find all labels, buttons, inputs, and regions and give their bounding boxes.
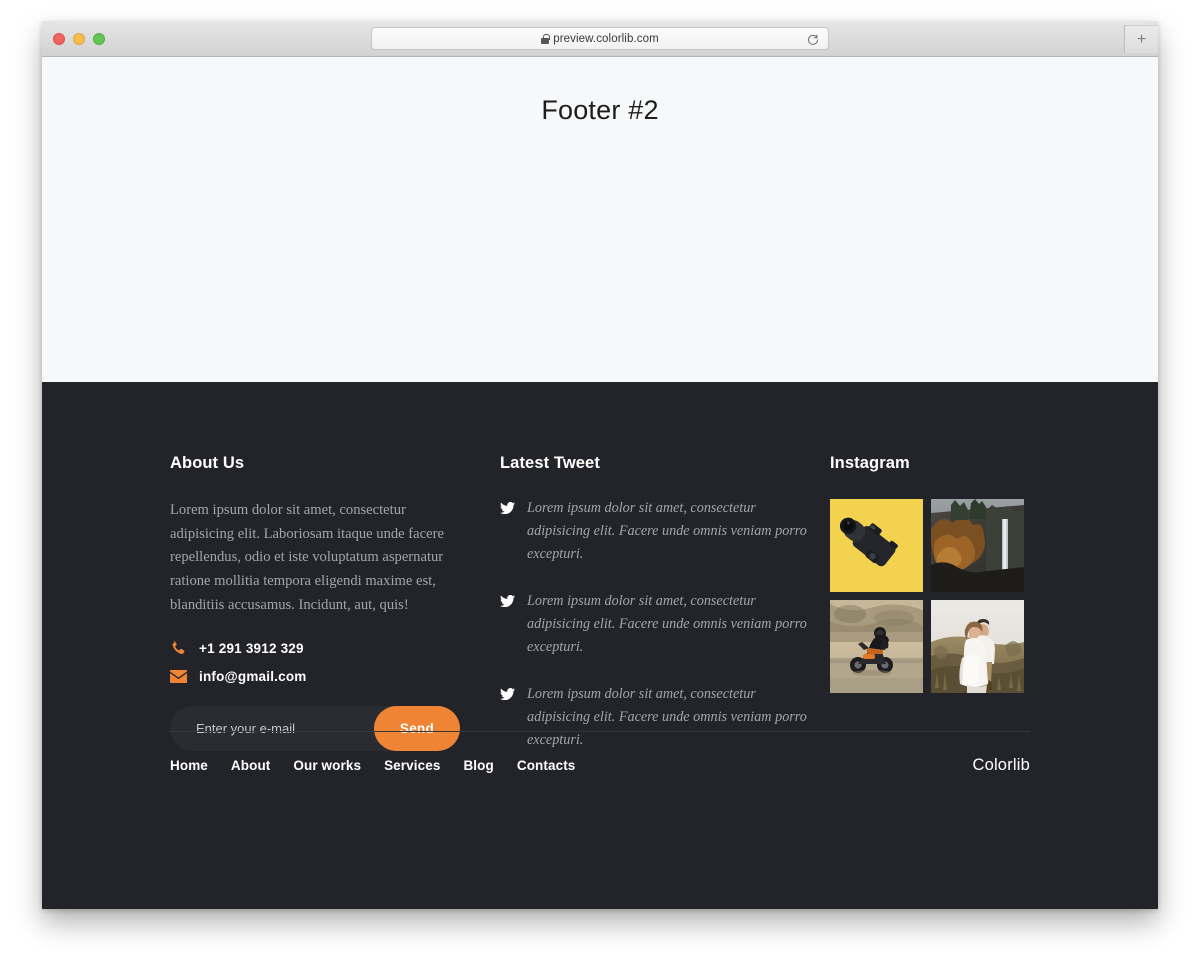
window-traffic-lights (53, 32, 105, 45)
tweet-text: Lorem ipsum dolor sit amet, consectetur … (527, 500, 807, 562)
address-bar[interactable]: preview.colorlib.com (371, 27, 829, 50)
footer-column-tweets: Latest Tweet Lorem ipsum dolor sit amet,… (500, 454, 830, 776)
contact-email[interactable]: info@gmail.com (170, 668, 466, 684)
browser-window: preview.colorlib.com + Footer #2 About U… (42, 21, 1158, 909)
new-tab-button[interactable]: + (1124, 25, 1158, 53)
footer-nav-item-home[interactable]: Home (170, 758, 208, 773)
phone-number: +1 291 3912 329 (199, 640, 304, 656)
page-title: Footer #2 (541, 95, 659, 125)
browser-titlebar: preview.colorlib.com + (42, 21, 1158, 57)
instagram-photo-couple-in-white-on-golden-field[interactable] (931, 600, 1024, 693)
footer-nav: Home About Our works Services Blog Conta… (170, 758, 575, 773)
minimize-window-button[interactable] (73, 32, 85, 45)
email-address: info@gmail.com (199, 668, 307, 684)
twitter-bird-icon (500, 687, 515, 752)
tweet-text: Lorem ipsum dolor sit amet, consectetur … (527, 593, 807, 655)
instagram-photo-waterfall-in-autumn-forest[interactable] (931, 499, 1024, 592)
instagram-photo-camera-on-yellow-background[interactable] (830, 499, 923, 592)
contact-list: +1 291 3912 329 info@gmail.com (170, 640, 466, 684)
footer-column-instagram: Instagram (830, 454, 1030, 776)
new-tab-label: + (1136, 30, 1147, 48)
footer-nav-item-blog[interactable]: Blog (463, 758, 493, 773)
instagram-photo-motorcycle-riding-on-road[interactable] (830, 600, 923, 693)
tweet-item[interactable]: Lorem ipsum dolor sit amet, consectetur … (500, 590, 810, 659)
footer-inner: About Us Lorem ipsum dolor sit amet, con… (170, 382, 1030, 776)
footer-divider (170, 731, 1030, 732)
page-viewport: Footer #2 About Us Lorem ipsum dolor sit… (42, 57, 1158, 909)
tweet-list: Lorem ipsum dolor sit amet, consectetur … (500, 497, 810, 752)
close-window-button[interactable] (53, 32, 65, 45)
about-text: Lorem ipsum dolor sit amet, consectetur … (170, 502, 444, 613)
instagram-title: Instagram (830, 454, 910, 472)
twitter-bird-icon (500, 501, 515, 566)
lock-icon (541, 33, 550, 44)
footer-column-about: About Us Lorem ipsum dolor sit amet, con… (170, 454, 500, 776)
tweets-title: Latest Tweet (500, 454, 600, 472)
envelope-icon (170, 668, 187, 684)
tweet-item[interactable]: Lorem ipsum dolor sit amet, consectetur … (500, 497, 810, 566)
twitter-bird-icon (500, 594, 515, 659)
site-footer: About Us Lorem ipsum dolor sit amet, con… (42, 382, 1158, 909)
url-text: preview.colorlib.com (553, 32, 659, 45)
zoom-window-button[interactable] (93, 32, 105, 45)
address-bar-content: preview.colorlib.com (541, 33, 659, 45)
send-button[interactable]: Send (374, 706, 460, 752)
tweet-item[interactable]: Lorem ipsum dolor sit amet, consectetur … (500, 683, 810, 752)
footer-nav-item-services[interactable]: Services (384, 758, 440, 773)
footer-bottom-bar: Home About Our works Services Blog Conta… (170, 756, 1030, 775)
footer-columns: About Us Lorem ipsum dolor sit amet, con… (170, 454, 1030, 776)
tweet-text: Lorem ipsum dolor sit amet, consectetur … (527, 686, 807, 748)
footer-brand[interactable]: Colorlib (972, 756, 1030, 775)
footer-nav-item-contacts[interactable]: Contacts (517, 758, 576, 773)
instagram-grid (830, 499, 1030, 693)
about-title: About Us (170, 454, 245, 472)
reload-icon[interactable] (807, 33, 819, 45)
newsletter-form: Send (170, 706, 460, 752)
footer-nav-item-our-works[interactable]: Our works (293, 758, 361, 773)
contact-phone[interactable]: +1 291 3912 329 (170, 640, 466, 656)
phone-icon (170, 640, 187, 656)
footer-nav-item-about[interactable]: About (231, 758, 270, 773)
